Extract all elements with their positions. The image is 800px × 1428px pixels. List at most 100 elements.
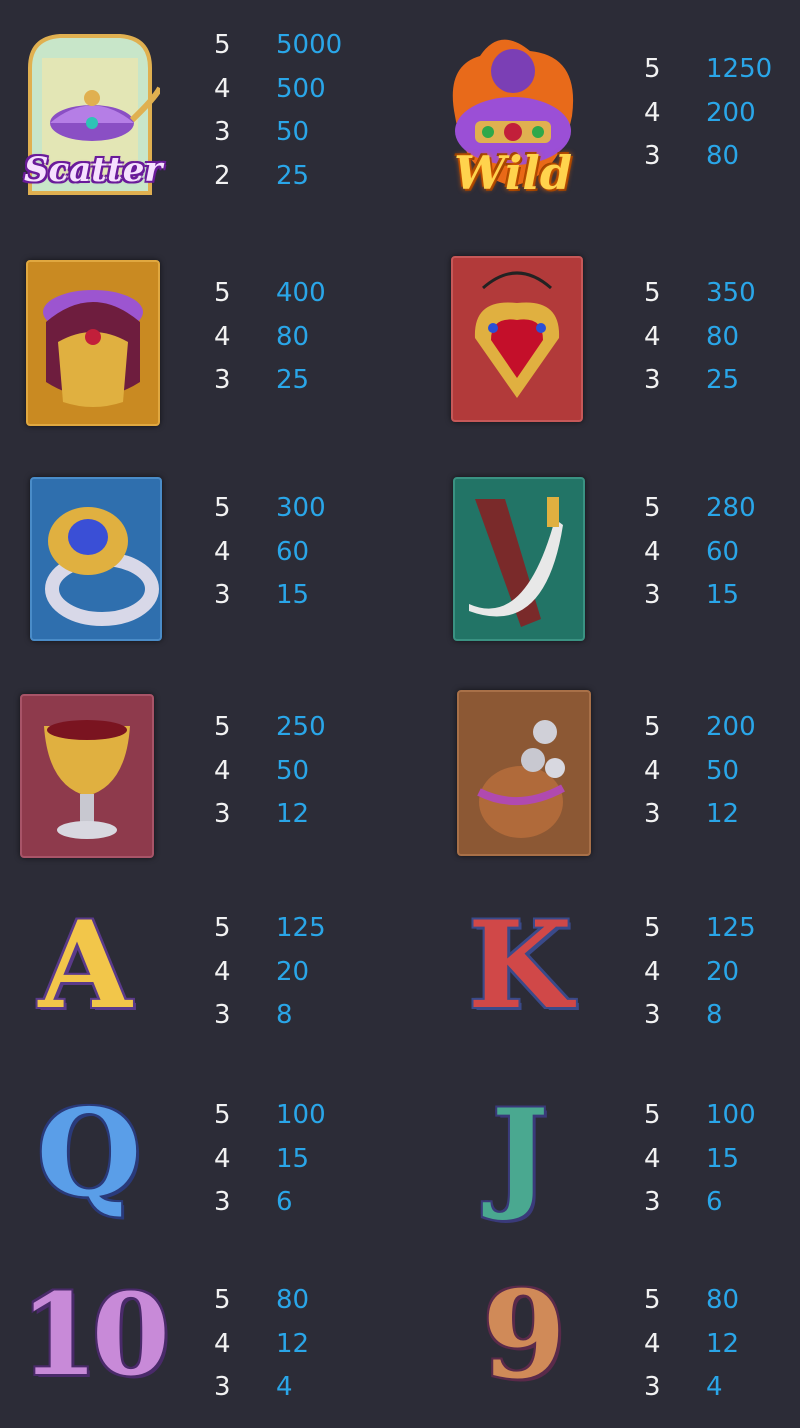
payout-value: 50 <box>276 117 310 148</box>
pay-row: 5 5000 <box>214 24 342 68</box>
payout-value: 50 <box>276 755 310 786</box>
match-count: 5 <box>214 913 231 944</box>
wild-symbol: Wild <box>440 26 586 202</box>
match-count: 3 <box>644 1000 661 1031</box>
payout-value: 12 <box>706 1328 740 1359</box>
payout-value: 400 <box>276 278 326 309</box>
letter-q-paytable: 5 100 4 15 36 <box>214 1094 326 1225</box>
match-count: 3 <box>214 1000 231 1031</box>
pay-row: 5 80 <box>644 1279 739 1323</box>
match-count: 4 <box>214 956 231 987</box>
match-count: 3 <box>214 580 231 611</box>
pay-row: 5 400 <box>214 272 326 316</box>
number-10-paytable: 5 80 4 12 34 <box>214 1279 309 1410</box>
payout-value: 280 <box>706 493 756 524</box>
match-count: 5 <box>644 54 661 85</box>
pay-row: 4 80 <box>644 316 756 360</box>
letter-k-paytable: 5 125 4 20 38 <box>644 907 756 1038</box>
pay-row: 4 15 <box>214 1138 326 1182</box>
match-count: 4 <box>644 97 661 128</box>
payout-value: 80 <box>706 1285 740 1316</box>
match-count: 5 <box>214 278 231 309</box>
coin-bag-symbol <box>457 690 591 856</box>
goblet-paytable: 5 250 4 50 3 12 <box>214 706 326 837</box>
match-count: 3 <box>644 141 661 172</box>
number-9-symbol: 9 <box>482 1265 566 1406</box>
letter-k-symbol: K <box>467 895 573 1036</box>
letter-q-symbol: Q <box>36 1083 142 1224</box>
payout-value: 20 <box>706 956 740 987</box>
amulet-icon <box>474 271 560 398</box>
payout-value: 80 <box>276 1285 310 1316</box>
payout-value: 12 <box>706 799 740 830</box>
payout-value: 12 <box>276 799 310 830</box>
amulet-symbol <box>451 256 583 422</box>
payout-value: 15 <box>276 1143 310 1174</box>
payout-value: 25 <box>276 160 310 191</box>
match-count: 3 <box>644 580 661 611</box>
match-count: 3 <box>214 1372 231 1403</box>
payout-value: 500 <box>276 73 326 104</box>
match-count: 4 <box>214 321 231 352</box>
match-count: 3 <box>644 1187 661 1218</box>
match-count: 3 <box>214 799 231 830</box>
match-count: 4 <box>644 321 661 352</box>
pay-row: 5 280 <box>644 487 756 531</box>
letter-j-paytable: 5 100 4 15 36 <box>644 1094 756 1225</box>
number-10-symbol: 10 <box>20 1270 170 1401</box>
pay-row: 5 300 <box>214 487 326 531</box>
payout-value: 300 <box>276 493 326 524</box>
payout-value: 15 <box>276 580 310 611</box>
payout-value: 15 <box>706 1143 740 1174</box>
payout-value: 200 <box>706 97 756 128</box>
payout-value: 6 <box>706 1187 723 1218</box>
letter-a-paytable: 5 125 4 20 38 <box>214 907 326 1038</box>
match-count: 5 <box>644 493 661 524</box>
payout-value: 25 <box>706 365 740 396</box>
pay-row: 2 25 <box>214 155 342 199</box>
payout-value: 200 <box>706 712 756 743</box>
match-count: 5 <box>214 1285 231 1316</box>
helmet-symbol <box>26 260 160 426</box>
match-count: 5 <box>214 1100 231 1131</box>
ring-symbol <box>30 477 162 641</box>
match-count: 5 <box>644 913 661 944</box>
letter-a-symbol: A <box>38 895 132 1036</box>
letter-j-symbol: J <box>491 1083 549 1224</box>
pay-row: 3 80 <box>644 135 772 179</box>
payout-value: 350 <box>706 278 756 309</box>
pay-row: 4 20 <box>214 951 326 995</box>
amulet-paytable: 5 350 4 80 3 25 <box>644 272 756 403</box>
match-count: 4 <box>644 536 661 567</box>
scimitar-icon <box>469 497 563 627</box>
helmet-paytable: 5 400 4 80 3 25 <box>214 272 326 403</box>
pay-row: 4 60 <box>644 531 756 575</box>
payout-value: 100 <box>276 1100 326 1131</box>
pay-row: 5 125 <box>644 907 756 951</box>
swords-symbol <box>453 477 585 641</box>
payout-value: 60 <box>706 536 740 567</box>
pay-row: 4 500 <box>214 68 342 112</box>
payout-value: 125 <box>706 913 756 944</box>
payout-value: 8 <box>706 1000 723 1031</box>
match-count: 5 <box>644 1285 661 1316</box>
match-count: 3 <box>644 799 661 830</box>
pay-row: 38 <box>644 994 756 1038</box>
pay-row: 34 <box>214 1366 309 1410</box>
match-count: 3 <box>214 1187 231 1218</box>
match-count: 4 <box>214 755 231 786</box>
match-count: 4 <box>214 1143 231 1174</box>
payout-value: 60 <box>276 536 310 567</box>
pay-row: 3 12 <box>214 793 326 837</box>
pay-row: 3 50 <box>214 111 342 155</box>
wild-label: Wild <box>454 146 572 200</box>
match-count: 4 <box>644 1328 661 1359</box>
match-count: 5 <box>214 30 231 61</box>
match-count: 3 <box>644 365 661 396</box>
match-count: 5 <box>644 1100 661 1131</box>
pay-row: 4 20 <box>644 951 756 995</box>
payout-value: 15 <box>706 580 740 611</box>
payout-value: 4 <box>276 1372 293 1403</box>
pay-row: 36 <box>644 1181 756 1225</box>
payout-value: 125 <box>276 913 326 944</box>
